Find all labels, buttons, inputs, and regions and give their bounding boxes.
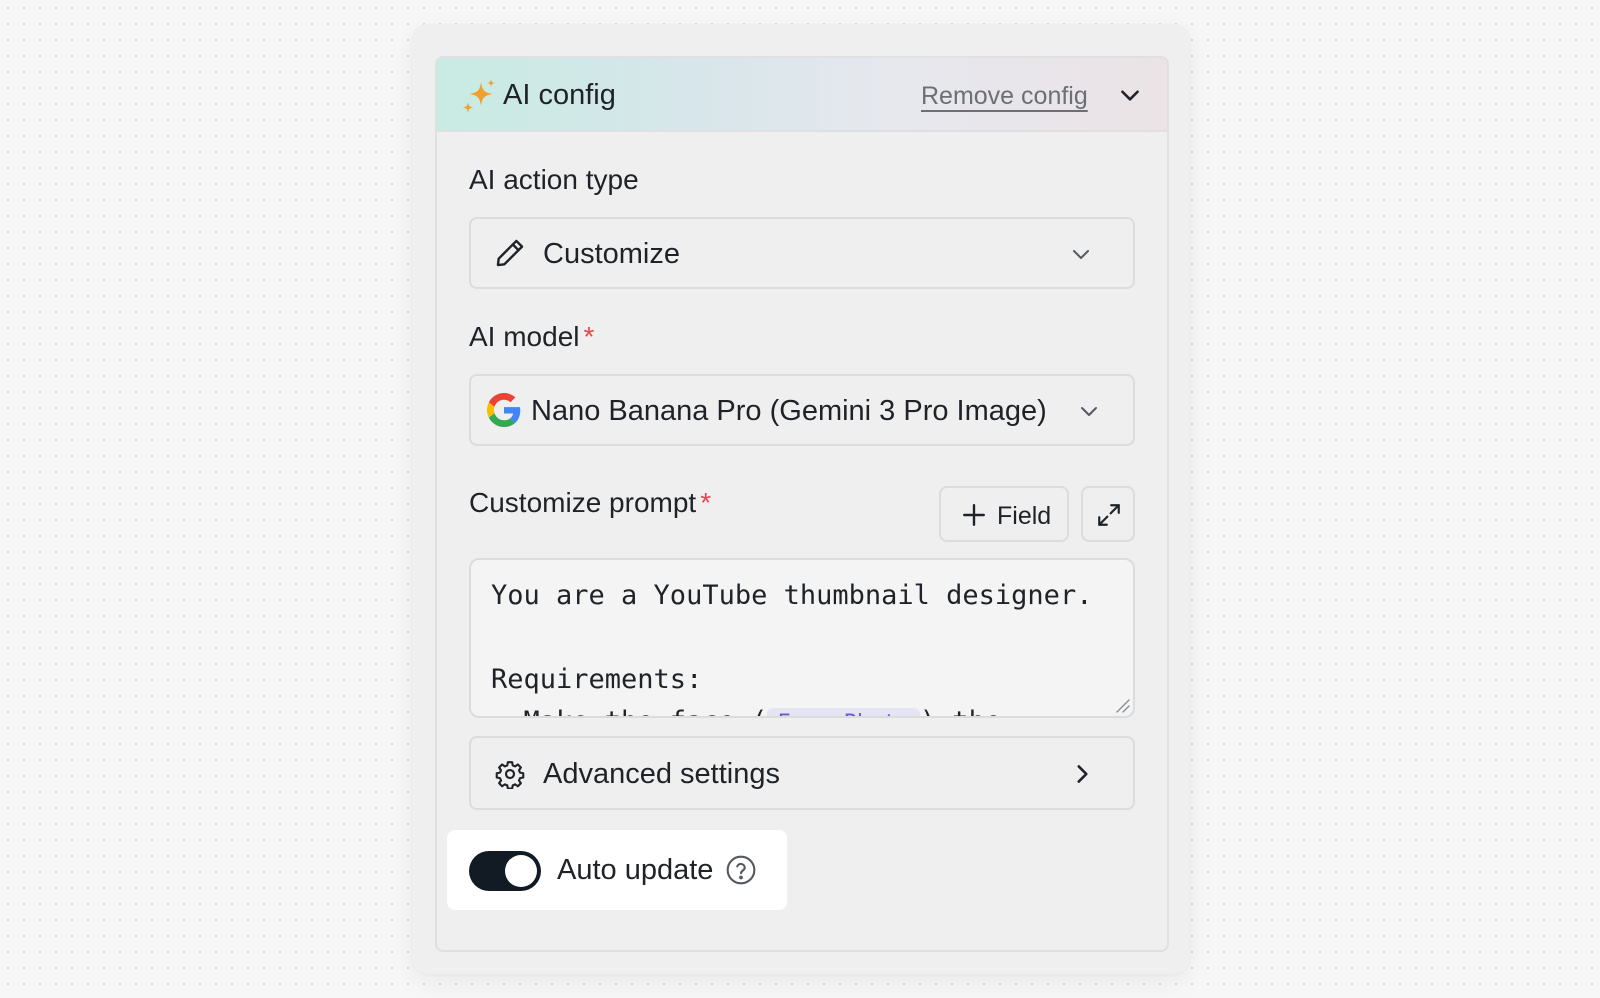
chevron-down-icon (1081, 407, 1097, 416)
action-type-select[interactable]: Customize (469, 217, 1135, 289)
ai-config-panel: AI config Remove config AI action type C… (435, 56, 1169, 952)
auto-update-toggle[interactable] (469, 851, 541, 891)
sparkle-icon (462, 79, 495, 113)
prompt-textarea[interactable]: You are a YouTube thumbnail designer. Re… (469, 558, 1135, 718)
advanced-settings-button[interactable]: Advanced settings (469, 736, 1135, 810)
google-icon (487, 393, 521, 427)
auto-update-row: Auto update (447, 830, 787, 910)
prompt-line: - Make the face (Face Photo) the (491, 706, 1001, 716)
required-mark: * (583, 321, 595, 352)
model-select[interactable]: Nano Banana Pro (Gemini 3 Pro Image) (469, 374, 1135, 446)
plus-icon (963, 504, 985, 526)
action-type-label: AI action type (469, 164, 639, 195)
expand-icon (1098, 504, 1120, 526)
model-label: AI model * (469, 321, 595, 352)
pencil-icon (496, 239, 524, 267)
ai-config-header[interactable]: AI config Remove config (437, 58, 1167, 132)
auto-update-label: Auto update (557, 854, 714, 886)
chevron-down-icon[interactable] (1117, 82, 1143, 108)
chevron-down-icon (1073, 250, 1089, 259)
add-field-button[interactable]: Field (939, 486, 1069, 542)
remove-config-link[interactable]: Remove config (921, 81, 1088, 111)
field-chip[interactable]: Face Photo (767, 708, 920, 716)
add-field-label: Field (997, 502, 1052, 530)
prompt-line-suffix: ) the (920, 706, 1001, 716)
chevron-right-icon (1077, 765, 1088, 783)
prompt-label: Customize prompt * (469, 487, 712, 518)
toggle-knob (505, 855, 537, 887)
prompt-line: Requirements: (491, 664, 703, 695)
prompt-line: You are a YouTube thumbnail designer. (491, 580, 1093, 611)
expand-prompt-button[interactable] (1081, 486, 1135, 542)
gear-icon (495, 761, 525, 789)
model-value: Nano Banana Pro (Gemini 3 Pro Image) (531, 395, 1047, 427)
action-type-value: Customize (543, 238, 680, 270)
advanced-settings-label: Advanced settings (543, 758, 780, 790)
panel-title: AI config (503, 79, 616, 111)
required-mark: * (700, 487, 712, 518)
question-circle-icon[interactable] (725, 854, 757, 886)
prompt-line-prefix: - Make the face ( (491, 706, 767, 716)
resize-handle-icon[interactable] (1114, 697, 1130, 713)
